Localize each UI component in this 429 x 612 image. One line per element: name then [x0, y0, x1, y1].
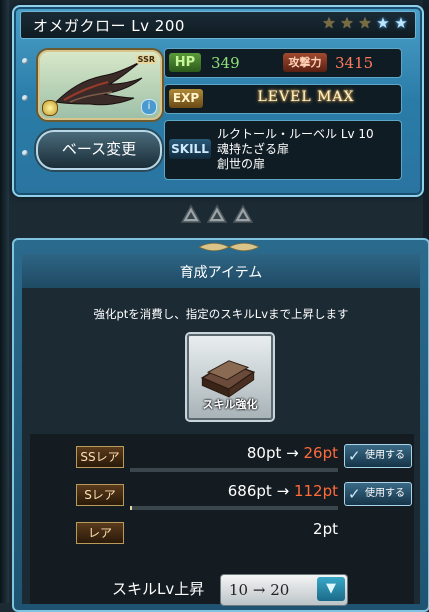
left-edge — [0, 0, 9, 603]
growth-items-panel: 育成アイテム 強化ptを消費し、指定のスキルLvまで上昇します スキル強化 SS… — [12, 238, 429, 612]
star-icon: ★ — [358, 14, 372, 32]
skill-name: ルクトール・ルーベル Lv 10 — [217, 127, 374, 141]
arrow: → — [286, 444, 299, 462]
panel-body: 育成アイテム 強化ptを消費し、指定のスキルLvまで上昇します スキル強化 SS… — [22, 242, 420, 606]
skill-name: 魂持たざる扉 — [217, 142, 290, 156]
upgrade-indicators — [180, 204, 254, 224]
check-icon: ✓ — [348, 447, 361, 465]
rarity-badge: SSレア — [76, 446, 124, 468]
triangle-icon — [206, 204, 228, 223]
hp-value: 349 — [211, 54, 240, 72]
points-value: 2pt — [313, 520, 338, 538]
element-icon — [42, 100, 58, 116]
exp-label: EXP — [169, 89, 203, 108]
chevron-down-icon[interactable]: ▼ — [317, 577, 345, 601]
points: 686pt → 112pt — [170, 482, 338, 500]
check-icon: ✓ — [348, 485, 361, 503]
skill-upgrade-item[interactable]: スキル強化 — [187, 334, 273, 420]
progress-bar — [130, 506, 338, 510]
panel-header: 育成アイテム — [22, 254, 420, 288]
screw-decor — [22, 58, 28, 64]
item-label: スキル強化 — [202, 398, 258, 411]
enhancement-row: SSレア 80pt → 26pt ✓ 使用する — [30, 438, 414, 474]
level-max-text: LEVEL MAX — [257, 89, 355, 105]
star-icon: ★ — [376, 14, 390, 32]
star-icon: ★ — [322, 14, 336, 32]
info-icon[interactable]: i — [141, 99, 157, 115]
points-after: 112pt — [293, 482, 338, 500]
attack-label: 攻撃力 — [283, 53, 327, 72]
ornament-icon — [198, 242, 260, 252]
star-icon: ★ — [340, 14, 354, 32]
enhancement-row: レア 2pt — [30, 514, 414, 550]
stat-panel: HP 349 攻撃力 3415 — [164, 48, 402, 78]
points-after: 26pt — [303, 444, 339, 462]
skill-label: SKILL — [169, 139, 211, 159]
points-before: 686pt — [227, 482, 272, 500]
exp-panel: EXP LEVEL MAX — [164, 84, 402, 114]
skill-name: 創世の扉 — [217, 157, 266, 171]
progress-fill — [130, 506, 133, 510]
use-button[interactable]: ✓ 使用する — [344, 444, 412, 468]
base-change-button[interactable]: ベース変更 — [36, 130, 162, 170]
points: 80pt → 26pt — [170, 444, 338, 462]
arrow: → — [276, 482, 290, 500]
enhancement-list: SSレア 80pt → 26pt ✓ 使用する Sレア 686pt → 112p… — [30, 434, 414, 606]
triangle-icon — [232, 204, 254, 223]
panel-description: 強化ptを消費し、指定のスキルLvまで上昇します — [93, 307, 349, 321]
use-label: 使用する — [365, 450, 405, 461]
screw-decor — [22, 150, 28, 156]
skill-lv-select[interactable]: 10 → 20 ▼ — [220, 574, 348, 606]
skill-lv-label: スキルLv上昇 — [112, 580, 205, 598]
attack-value: 3415 — [335, 54, 374, 72]
screw-decor — [22, 95, 28, 101]
rarity-stars: ★ ★ ★ ★ ★ — [321, 15, 409, 31]
weapon-portrait[interactable]: SSR i — [38, 50, 162, 120]
skill-list: ルクトール・ルーベル Lv 10 魂持たざる扉 創世の扉 — [217, 127, 374, 172]
weapon-title: オメガクロー Lv 200 — [33, 17, 185, 35]
use-label: 使用する — [365, 488, 405, 499]
enhancement-row: Sレア 686pt → 112pt ✓ 使用する — [30, 476, 414, 512]
rarity-badge: Sレア — [76, 484, 124, 506]
use-button[interactable]: ✓ 使用する — [344, 482, 412, 506]
progress-bar — [130, 468, 338, 472]
triangle-icon — [180, 204, 202, 223]
ssr-badge: SSR — [135, 55, 157, 64]
panel-title: 育成アイテム — [179, 265, 263, 281]
skill-lv-value: 10 → 20 — [229, 581, 290, 599]
title-bar: オメガクロー Lv 200 ★ ★ ★ ★ ★ — [20, 11, 416, 39]
skill-panel: SKILL ルクトール・ルーベル Lv 10 魂持たざる扉 創世の扉 — [164, 120, 402, 180]
claw-icon — [54, 61, 143, 106]
points-before: 80pt — [246, 444, 282, 462]
star-icon: ★ — [394, 14, 408, 32]
rarity-badge: レア — [76, 522, 124, 544]
hp-label: HP — [169, 53, 201, 72]
